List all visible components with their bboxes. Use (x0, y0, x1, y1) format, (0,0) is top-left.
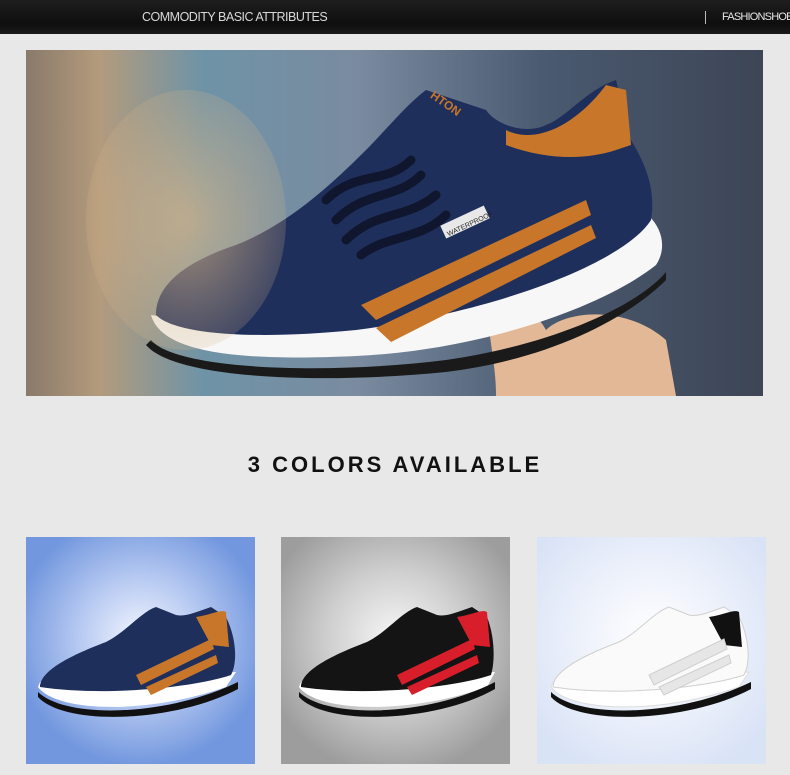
color-option-black[interactable] (281, 537, 510, 764)
banner-brand: FASHIONSHOES (722, 11, 790, 23)
hero-background-glow (86, 90, 286, 350)
color-option-blue[interactable] (26, 537, 255, 764)
colors-heading: 3 COLORS AVAILABLE (247, 452, 543, 477)
hero-product-image: WATERPROOF HTON (26, 50, 763, 396)
sneaker-white-icon (550, 606, 751, 717)
banner-divider (705, 11, 706, 24)
top-banner: COMMODITY BASIC ATTRIBUTES FASHIONSHOES (0, 0, 790, 34)
color-option-white[interactable] (537, 537, 766, 764)
sneaker-black-icon (299, 607, 495, 717)
banner-title: COMMODITY BASIC ATTRIBUTES (142, 10, 328, 24)
sneaker-blue-icon (38, 607, 238, 717)
